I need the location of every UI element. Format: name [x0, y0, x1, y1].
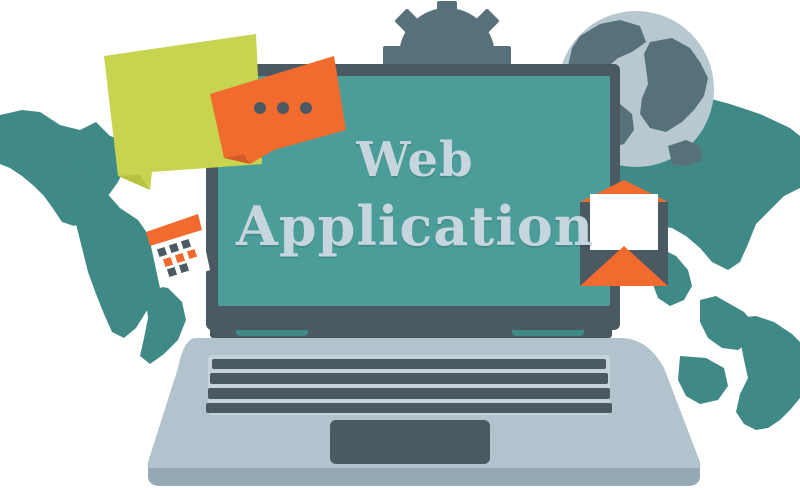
laptop-icon — [147, 326, 701, 486]
illustration-canvas — [0, 1, 800, 486]
envelope-icon — [580, 180, 668, 286]
web-application-illustration: Web Application — [0, 0, 800, 490]
trackpad — [330, 420, 490, 464]
